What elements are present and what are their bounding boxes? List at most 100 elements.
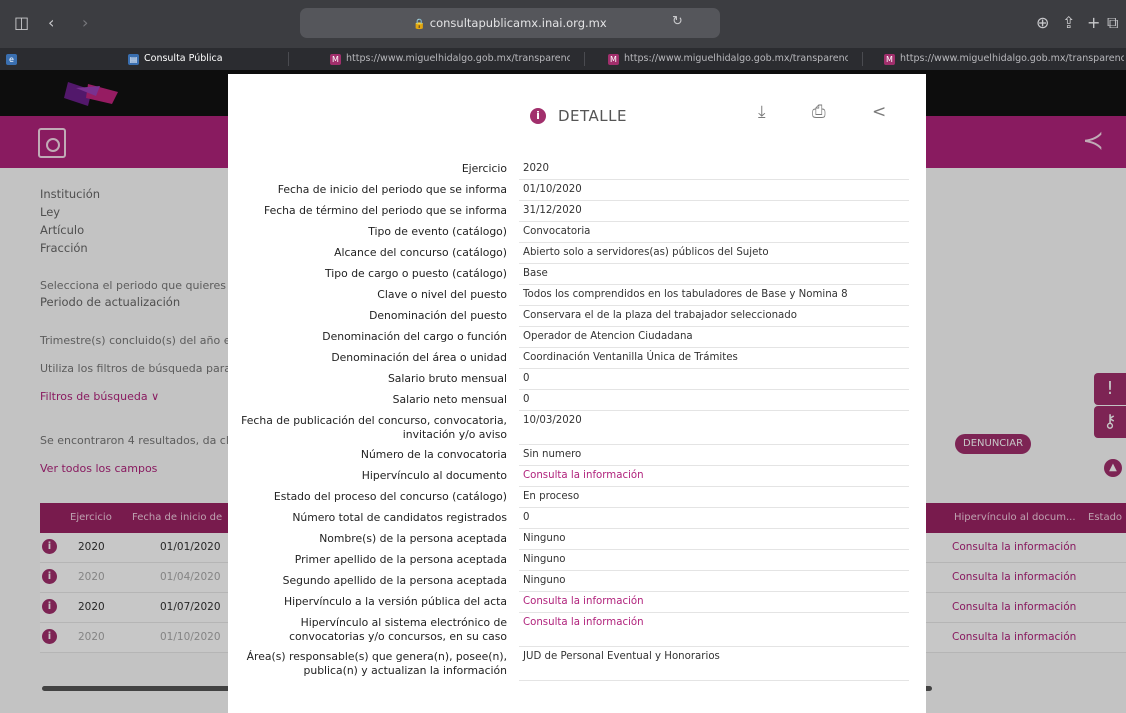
field-label: Clave o nivel del puesto: [377, 288, 507, 301]
field-value: Ninguno: [519, 529, 909, 550]
modal-header: i DETALLE ⤓ ⎙ <: [228, 74, 926, 144]
detail-row: Segundo apellido de la persona aceptada N…: [228, 571, 926, 592]
field-value: Abierto solo a servidores(as) públicos d…: [519, 243, 909, 264]
field-label: Área(s) responsable(s) que genera(n), po…: [246, 650, 507, 677]
field-value: 2020: [519, 159, 909, 180]
detail-row: Fecha de publicación del concurso, convo…: [228, 411, 926, 445]
field-label: Número total de candidatos registrados: [292, 511, 507, 524]
detail-row: Nombre(s) de la persona aceptada Ninguno: [228, 529, 926, 550]
field-label: Número de la convocatoria: [360, 448, 507, 461]
modal-title: DETALLE: [558, 107, 627, 125]
field-value: En proceso: [519, 487, 909, 508]
detail-row: Hipervínculo al documento Consulta la inf…: [228, 466, 926, 487]
field-label: Salario neto mensual: [392, 393, 507, 406]
field-label: Fecha de inicio del periodo que se infor…: [277, 183, 507, 196]
reload-icon[interactable]: ↻: [672, 13, 683, 31]
field-label: Nombre(s) de la persona aceptada: [319, 532, 507, 545]
tab-favicon: M: [608, 54, 619, 65]
tab-label: Consulta Pública: [144, 53, 223, 64]
lock-icon: 🔒: [413, 19, 426, 30]
detail-row: Estado del proceso del concurso (catálog…: [228, 487, 926, 508]
field-value: 0: [519, 369, 909, 390]
field-label: Hipervínculo al sistema electrónico de c…: [289, 616, 507, 643]
detail-row: Fecha de término del periodo que se info…: [228, 201, 926, 222]
field-value: Base: [519, 264, 909, 285]
tab-label: https://www.miguelhidalgo.gob.mx/transpa…: [346, 53, 570, 64]
new-tab-icon[interactable]: +: [1087, 14, 1100, 32]
field-value: Conservara el de la plaza del trabajador…: [519, 306, 909, 327]
detail-row: Número de la convocatoria Sin numero: [228, 445, 926, 466]
share-icon[interactable]: ⇪: [1062, 14, 1075, 32]
url-text: consultapublicamx.inai.org.mx: [429, 16, 607, 30]
tab-favicon: ▤: [128, 54, 139, 65]
detail-row: Fecha de inicio del periodo que se infor…: [228, 180, 926, 201]
detail-row: Área(s) responsable(s) que genera(n), po…: [228, 647, 926, 681]
field-link[interactable]: Consulta la información: [519, 466, 909, 487]
field-label: Hipervínculo a la versión pública del ac…: [283, 595, 507, 608]
field-link[interactable]: Consulta la información: [519, 592, 909, 613]
detail-row: Salario neto mensual 0: [228, 390, 926, 411]
field-value: JUD de Personal Eventual y Honorarios: [519, 647, 909, 681]
tab-miguelhidalgo-1[interactable]: Mhttps://www.miguelhidalgo.gob.mx/transp…: [330, 51, 570, 67]
field-value: 01/10/2020: [519, 180, 909, 201]
detail-row: Alcance del concurso (catálogo) Abierto s…: [228, 243, 926, 264]
tab-favicon: M: [330, 54, 341, 65]
download-icon[interactable]: ⊕: [1036, 14, 1049, 32]
forward-icon[interactable]: ›: [82, 14, 88, 32]
tab-bar: e ▤ Consulta Pública Mhttps://www.miguelh…: [0, 48, 1126, 70]
tab-miguelhidalgo-2[interactable]: Mhttps://www.miguelhidalgo.gob.mx/transp…: [608, 51, 848, 67]
address-bar[interactable]: 🔒 consultapublicamx.inai.org.mx: [300, 8, 720, 38]
back-icon[interactable]: ‹: [48, 14, 54, 32]
field-label: Denominación del cargo o función: [322, 330, 507, 343]
download-icon[interactable]: ⤓: [758, 102, 766, 122]
detail-fields: Ejercicio 2020 Fecha de inicio del periodo…: [228, 159, 926, 681]
detail-row: Denominación del área o unidad Coordinaci…: [228, 348, 926, 369]
tab-favicon: M: [884, 54, 895, 65]
field-value: 0: [519, 508, 909, 529]
detail-row: Primer apellido de la persona aceptada Ni…: [228, 550, 926, 571]
field-value: Operador de Atencion Ciudadana: [519, 327, 909, 348]
pinned-tab[interactable]: e: [6, 51, 20, 67]
field-value: 31/12/2020: [519, 201, 909, 222]
field-value: Ninguno: [519, 550, 909, 571]
field-value: Ninguno: [519, 571, 909, 592]
field-label: Primer apellido de la persona aceptada: [294, 553, 507, 566]
field-label: Estado del proceso del concurso (catálog…: [273, 490, 507, 503]
field-label: Hipervínculo al documento: [361, 469, 507, 482]
share-icon[interactable]: <: [872, 102, 886, 122]
field-label: Fecha de publicación del concurso, convo…: [241, 414, 507, 441]
tab-consulta-publica[interactable]: ▤ Consulta Pública: [128, 51, 248, 67]
detail-row: Denominación del cargo o función Operador…: [228, 327, 926, 348]
tab-overview-icon[interactable]: ⧉: [1107, 14, 1118, 32]
field-value: Coordinación Ventanilla Única de Trámite…: [519, 348, 909, 369]
detail-row: Denominación del puesto Conservara el de …: [228, 306, 926, 327]
detail-row: Hipervínculo al sistema electrónico de c…: [228, 613, 926, 647]
field-value: Convocatoria: [519, 222, 909, 243]
detail-row: Tipo de cargo o puesto (catálogo) Base: [228, 264, 926, 285]
tab-label: https://www.miguelhidalgo.gob.mx/transpa…: [624, 53, 848, 64]
detail-row: Ejercicio 2020: [228, 159, 926, 180]
field-value: Sin numero: [519, 445, 909, 466]
sidebar-icon[interactable]: ◫: [14, 14, 29, 32]
field-label: Denominación del puesto: [369, 309, 507, 322]
detail-row: Número total de candidatos registrados 0: [228, 508, 926, 529]
field-label: Tipo de evento (catálogo): [368, 225, 507, 238]
detail-row: Hipervínculo a la versión pública del ac…: [228, 592, 926, 613]
field-value: 0: [519, 390, 909, 411]
field-label: Tipo de cargo o puesto (catálogo): [325, 267, 507, 280]
field-value: Todos los comprendidos en los tabuladore…: [519, 285, 909, 306]
tab-label: https://www.miguelhidalgo.gob.mx/transpa…: [900, 53, 1124, 64]
detail-row: Tipo de evento (catálogo) Convocatoria: [228, 222, 926, 243]
tab-miguelhidalgo-3[interactable]: Mhttps://www.miguelhidalgo.gob.mx/transp…: [884, 51, 1124, 67]
print-icon[interactable]: ⎙: [812, 102, 826, 122]
field-label: Alcance del concurso (catálogo): [334, 246, 507, 259]
field-label: Salario bruto mensual: [387, 372, 507, 385]
field-label: Segundo apellido de la persona aceptada: [282, 574, 507, 587]
field-label: Denominación del área o unidad: [331, 351, 507, 364]
detail-row: Salario bruto mensual 0: [228, 369, 926, 390]
browser-toolbar: ◫ ‹ › ◐ 🔒consultapublicamx.inai.org.mx ↻…: [0, 0, 1126, 48]
field-value: 10/03/2020: [519, 411, 909, 445]
field-link[interactable]: Consulta la información: [519, 613, 909, 647]
field-label: Ejercicio: [461, 162, 507, 175]
detail-modal: i DETALLE ⤓ ⎙ < Ejercicio 2020 Fecha de in…: [228, 74, 926, 713]
